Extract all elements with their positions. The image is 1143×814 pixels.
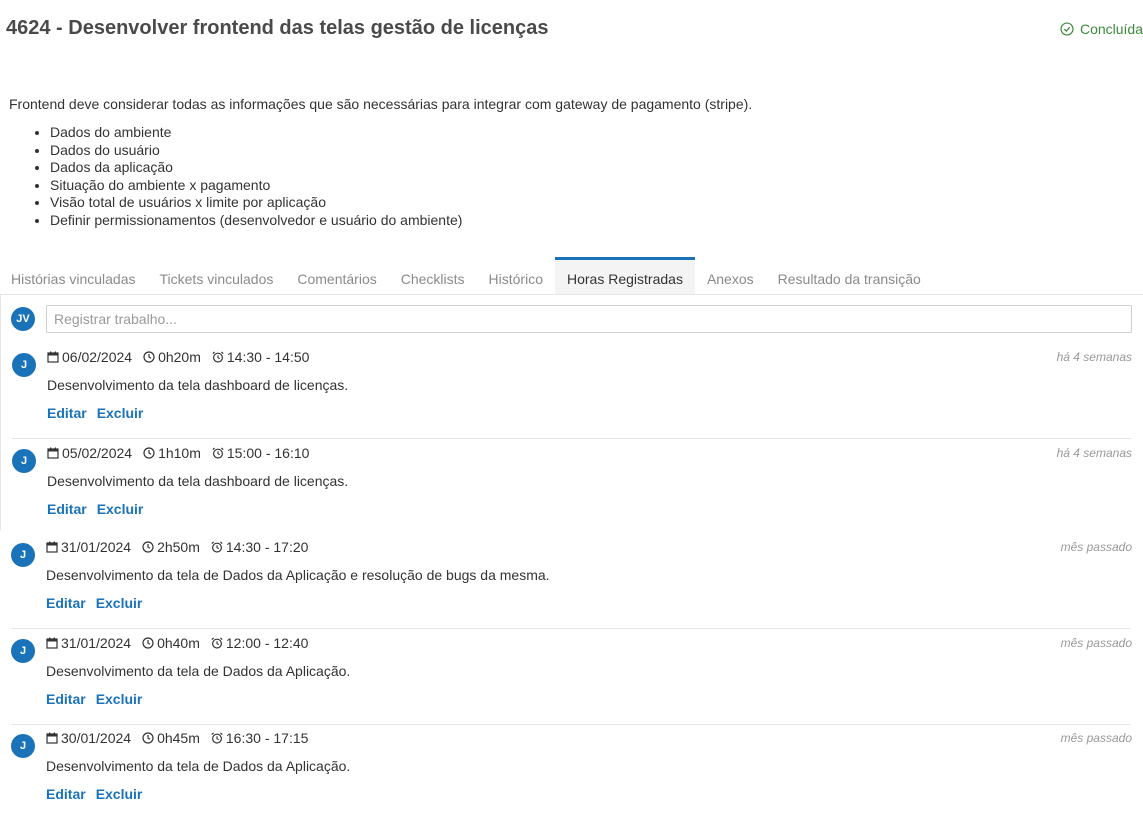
header: 4624 - Desenvolver frontend das telas ge… [6,17,1143,45]
entry-relative-time: há 4 semanas [1056,446,1132,460]
avatar: J [12,449,36,473]
entry-time-range: 14:30 - 14:50 [226,349,310,365]
entry-duration: 1h10m [158,445,201,461]
entry-time-range: 14:30 - 17:20 [225,539,309,555]
avatar: J [12,353,36,377]
tab-bar: Histórias vinculadas Tickets vinculados … [0,257,1143,295]
tab-anexos[interactable]: Anexos [695,257,766,294]
entry-date: 05/02/2024 [62,445,133,461]
calendar-icon [46,541,58,553]
entry-description: Desenvolvimento da tela dashboard de lic… [47,377,349,393]
clock-icon [142,732,154,744]
entry-duration: 0h20m [158,349,201,365]
clock-icon [142,541,154,553]
delete-button[interactable]: Excluir [97,405,144,421]
status-badge: Concluída [1060,21,1143,37]
entry-date: 06/02/2024 [62,349,133,365]
tab-checklists[interactable]: Checklists [389,257,477,294]
status-label: Concluída [1079,21,1143,37]
alarm-clock-icon [211,541,223,553]
entry-relative-time: mês passado [1060,540,1132,554]
entry-duration: 2h50m [157,539,200,555]
edit-button[interactable]: Editar [46,786,86,802]
tab-historico[interactable]: Histórico [477,257,555,294]
entry-description: Desenvolvimento da tela de Dados da Apli… [46,758,351,774]
entry-actions: Editar Excluir [47,405,143,421]
entry-meta: 05/02/2024 1h10m 15:00 - 16:10 [47,445,320,461]
avatar: J [11,543,35,567]
edit-button[interactable]: Editar [47,405,87,421]
description-intro: Frontend deve considerar todas as inform… [9,96,753,112]
alarm-clock-icon [211,732,223,744]
page-title: 4624 - Desenvolver frontend das telas ge… [6,17,549,39]
work-item-page: 4624 - Desenvolver frontend das telas ge… [0,0,1143,814]
entry-meta: 31/01/2024 2h50m 14:30 - 17:20 [46,539,319,555]
register-work-input[interactable] [46,305,1132,333]
clock-icon [143,447,155,459]
alarm-clock-icon [212,447,224,459]
work-log-entry: J 06/02/2024 0h20m 14:30 - 14:50 há 4 se… [0,343,1143,439]
entry-time-range: 15:00 - 16:10 [226,445,310,461]
delete-button[interactable]: Excluir [96,691,143,707]
entry-date: 31/01/2024 [61,635,132,651]
entry-date: 30/01/2024 [61,730,132,746]
work-log-entry: J 05/02/2024 1h10m 15:00 - 16:10 há 4 se… [0,439,1143,535]
description-item: Dados do ambiente [50,124,1129,142]
entry-time-range: 12:00 - 12:40 [225,635,309,651]
tab-resultado-da-transicao[interactable]: Resultado da transição [766,257,933,294]
entry-meta: 30/01/2024 0h45m 16:30 - 17:15 [46,730,319,746]
description: Frontend deve considerar todas as inform… [9,96,1129,229]
avatar: JV [11,307,35,331]
entry-relative-time: há 4 semanas [1056,350,1132,364]
alarm-clock-icon [211,637,223,649]
description-item: Dados do usuário [50,142,1129,160]
description-item: Visão total de usuários x limite por apl… [50,194,1129,212]
check-circle-icon [1060,22,1074,36]
calendar-icon [47,447,59,459]
entry-meta: 31/01/2024 0h40m 12:00 - 12:40 [46,635,319,651]
tab-horas-registradas[interactable]: Horas Registradas [555,257,695,294]
entry-duration: 0h45m [157,730,200,746]
entry-relative-time: mês passado [1060,636,1132,650]
delete-button[interactable]: Excluir [97,501,144,517]
work-log-entry: J 31/01/2024 2h50m 14:30 - 17:20 mês pas… [0,533,1143,629]
edit-button[interactable]: Editar [47,501,87,517]
entry-actions: Editar Excluir [46,691,142,707]
delete-button[interactable]: Excluir [96,786,143,802]
edit-button[interactable]: Editar [46,595,86,611]
hours-panel: JV J 06/02/2024 0h20m 14:30 - 14:50 [0,295,1143,814]
alarm-clock-icon [212,351,224,363]
entry-actions: Editar Excluir [46,786,142,802]
entry-description: Desenvolvimento da tela dashboard de lic… [47,473,349,489]
description-item: Dados da aplicação [50,159,1129,177]
calendar-icon [46,637,58,649]
clock-icon [142,637,154,649]
description-list: Dados do ambiente Dados do usuário Dados… [9,124,1129,229]
entry-relative-time: mês passado [1060,731,1132,745]
entry-meta: 06/02/2024 0h20m 14:30 - 14:50 [47,349,320,365]
entry-actions: Editar Excluir [47,501,143,517]
delete-button[interactable]: Excluir [96,595,143,611]
avatar: J [11,639,35,663]
entry-description: Desenvolvimento da tela de Dados da Apli… [46,567,550,583]
entry-time-range: 16:30 - 17:15 [225,730,309,746]
work-log-entry: J 31/01/2024 0h40m 12:00 - 12:40 mês pas… [0,629,1143,725]
calendar-icon [47,351,59,363]
entry-description: Desenvolvimento da tela de Dados da Apli… [46,663,351,679]
work-log-entry: J 30/01/2024 0h45m 16:30 - 17:15 mês pas… [0,724,1143,814]
avatar: J [11,734,35,758]
tab-historias-vinculadas[interactable]: Histórias vinculadas [0,257,148,294]
entry-duration: 0h40m [157,635,200,651]
calendar-icon [46,732,58,744]
description-item: Situação do ambiente x pagamento [50,177,1129,195]
edit-button[interactable]: Editar [46,691,86,707]
entry-actions: Editar Excluir [46,595,142,611]
entry-date: 31/01/2024 [61,539,132,555]
tab-tickets-vinculados[interactable]: Tickets vinculados [148,257,286,294]
description-item: Definir permissionamentos (desenvolvedor… [50,212,1129,230]
tab-comentarios[interactable]: Comentários [285,257,388,294]
clock-icon [143,351,155,363]
